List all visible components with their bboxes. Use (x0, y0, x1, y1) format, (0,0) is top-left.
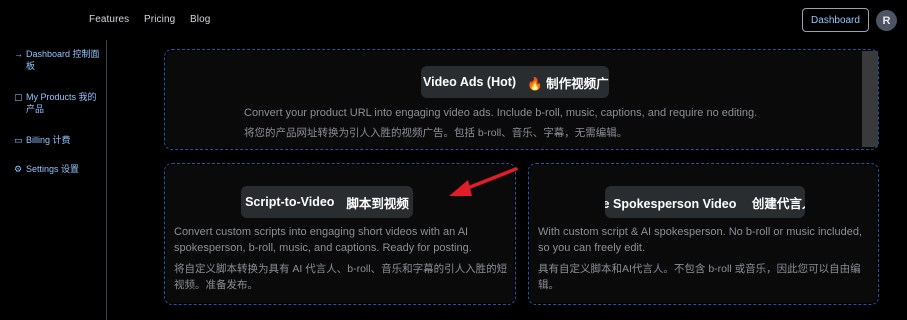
annotation-arrow (449, 167, 518, 196)
